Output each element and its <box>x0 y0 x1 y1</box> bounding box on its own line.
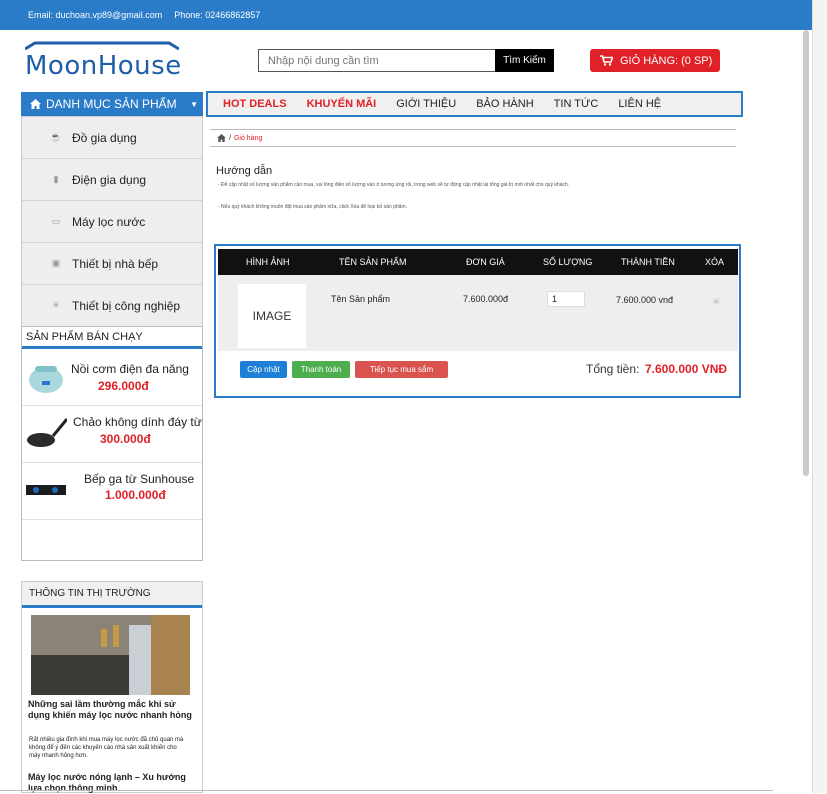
product-image[interactable]: IMAGE <box>238 284 306 348</box>
category-item-label: Thiết bị công nghiệp <box>72 298 181 313</box>
cart-table: HÌNH ẢNH TÊN SẢN PHẨM ĐƠN GIÁ SỐ LƯỢNG T… <box>214 244 741 398</box>
product-name[interactable]: Tên Sản phẩm <box>331 294 390 304</box>
home-icon[interactable] <box>217 134 226 142</box>
bestseller-title: SẢN PHẨM BÁN CHẠY <box>22 327 202 349</box>
bestseller-name[interactable]: Nồi cơm điện đa năng <box>71 362 189 376</box>
breadcrumb-current: Giỏ hàng <box>233 134 263 142</box>
nav-hot-deals[interactable]: HOT DEALS <box>223 98 287 110</box>
main-nav: HOT DEALS KHUYẾN MÃI GIỚI THIỆU BẢO HÀNH… <box>206 91 743 117</box>
guide-line: - Để cập nhật số lượng sản phẩm cần mua,… <box>218 182 570 188</box>
divider <box>0 790 773 791</box>
breadcrumb: / Giỏ hàng <box>210 129 736 147</box>
bestseller-item[interactable]: Chảo không dính đáy từ 300.000đ <box>22 406 202 463</box>
nav-gioi-thieu[interactable]: GIỚI THIỆU <box>396 98 456 110</box>
home-icon <box>30 99 41 109</box>
nav-bao-hanh[interactable]: BẢO HÀNH <box>476 98 533 110</box>
appliance-icon: ▮ <box>53 174 59 184</box>
rice-cooker-image[interactable] <box>25 361 67 395</box>
line-total: 7.600.000 vnđ <box>616 295 674 305</box>
bestseller-item[interactable]: Bếp ga từ Sunhouse 1.000.000đ <box>22 463 202 520</box>
category-item-label: Đồ gia dụng <box>72 130 137 145</box>
article-title[interactable]: Những sai lầm thường mắc khi sử dụng khi… <box>28 699 193 721</box>
scrollbar-thumb[interactable] <box>803 30 809 476</box>
category-item[interactable]: ☕ Đồ gia dụng <box>22 117 202 159</box>
logo-roof-icon <box>25 41 179 50</box>
category-item[interactable]: ▣ Thiết bị nhà bếp <box>22 243 202 285</box>
quantity-input[interactable]: 1 <box>547 291 585 307</box>
pan-image[interactable] <box>25 416 67 450</box>
category-item-label: Máy lọc nước <box>72 214 146 229</box>
category-item[interactable]: ▭ Máy lọc nước <box>22 201 202 243</box>
breadcrumb-separator: / <box>229 134 231 142</box>
nav-khuyen-mai[interactable]: KHUYẾN MÃI <box>307 98 377 110</box>
bestseller-name[interactable]: Chảo không dính đáy từ <box>73 415 202 429</box>
category-title: DANH MỤC SẢN PHẨM <box>46 97 177 111</box>
kettle-icon: ☕ <box>50 132 62 142</box>
total-label: Tổng tiền: <box>586 362 640 376</box>
column-header: THÀNH TIỀN <box>621 257 675 267</box>
table-header: HÌNH ẢNH TÊN SẢN PHẨM ĐƠN GIÁ SỐ LƯỢNG T… <box>218 249 738 275</box>
bestseller-name[interactable]: Bếp ga từ Sunhouse <box>84 472 194 486</box>
contact-email: Email: duchoan.vp89@gmail.com <box>28 10 163 20</box>
delete-icon[interactable]: ✳ <box>712 297 720 308</box>
bestseller-price: 1.000.000đ <box>105 488 166 502</box>
total-value: 7.600.000 VNĐ <box>645 362 728 376</box>
unit-price: 7.600.000đ <box>463 294 509 304</box>
bestseller-price: 300.000đ <box>100 432 151 446</box>
table-row: IMAGE Tên Sản phẩm 7.600.000đ 1 7.600.00… <box>218 275 738 351</box>
scrollbar-track[interactable] <box>812 0 827 793</box>
cart-icon <box>600 55 613 66</box>
guide-line: - Nếu quý khách không muốn đặt mua sản p… <box>218 204 408 210</box>
chevron-down-icon: ▼ <box>190 99 198 109</box>
checkout-button[interactable]: Thanh toán <box>292 361 350 378</box>
update-button[interactable]: Cập nhật <box>240 361 287 378</box>
article-image[interactable] <box>31 615 190 695</box>
column-header: TÊN SẢN PHẨM <box>339 257 407 267</box>
column-header: SỐ LƯỢNG <box>543 257 593 267</box>
search-bar: Tìm Kiếm <box>258 49 554 72</box>
guide-title: Hướng dẫn <box>216 165 273 177</box>
category-item[interactable]: ▮ Điện gia dụng <box>22 159 202 201</box>
category-menu-button[interactable]: DANH MỤC SẢN PHẨM ▼ <box>21 92 203 116</box>
gas-stove-image[interactable] <box>25 473 67 507</box>
filter-icon: ▭ <box>51 216 61 226</box>
category-item-label: Thiết bị nhà bếp <box>72 256 159 271</box>
logo-text: MoonHouse <box>25 51 182 81</box>
gear-icon: ✳ <box>52 300 60 310</box>
category-item-label: Điện gia dụng <box>72 172 147 187</box>
column-header: ĐƠN GIÁ <box>466 257 505 267</box>
bestseller-item[interactable]: Nồi cơm điện đa năng 296.000đ <box>22 349 202 406</box>
market-title: THÔNG TIN THỊ TRƯỜNG <box>22 582 202 608</box>
category-list: ☕ Đồ gia dụng ▮ Điện gia dụng ▭ Máy lọc nướ… <box>21 116 203 327</box>
top-bar: Email: duchoan.vp89@gmail.com Phone: 024… <box>0 0 812 30</box>
cart-button[interactable]: GIỎ HÀNG: (0 SP) <box>590 49 720 72</box>
bestseller-price: 296.000đ <box>98 379 149 393</box>
category-item[interactable]: ✳ Thiết bị công nghiệp <box>22 285 202 327</box>
nav-tin-tuc[interactable]: TIN TỨC <box>554 98 599 110</box>
article-description: Rất nhiều gia đình khi mua máy lọc nước … <box>29 737 184 759</box>
column-header: HÌNH ẢNH <box>246 257 290 267</box>
stove-icon: ▣ <box>51 258 61 268</box>
search-button[interactable]: Tìm Kiếm <box>495 49 554 72</box>
contact-phone: Phone: 02466862857 <box>174 10 261 20</box>
logo[interactable]: MoonHouse <box>25 41 182 81</box>
search-input[interactable] <box>258 49 495 72</box>
continue-shopping-button[interactable]: Tiếp tục mua sắm <box>355 361 448 378</box>
nav-lien-he[interactable]: LIÊN HỆ <box>618 98 661 110</box>
market-news-panel: THÔNG TIN THỊ TRƯỜNG Những sai lầm thườn… <box>21 581 203 793</box>
bestseller-panel: SẢN PHẨM BÁN CHẠY Nồi cơm điện đa năng 2… <box>21 326 203 561</box>
cart-label: GIỎ HÀNG: (0 SP) <box>620 54 713 67</box>
column-header: XÓA <box>705 257 725 267</box>
